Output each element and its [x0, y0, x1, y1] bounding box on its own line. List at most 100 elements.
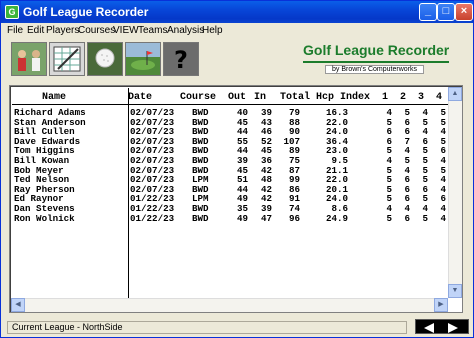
table-cell: 4 — [440, 155, 446, 166]
table-cell: 6 — [404, 126, 410, 138]
table-cell: 5 — [404, 107, 410, 118]
scorecard-button[interactable] — [49, 42, 85, 76]
scroll-left-icon[interactable]: ◀ — [11, 298, 25, 312]
table-cell: Richard Adams — [14, 107, 86, 118]
header-date: Date — [128, 92, 153, 103]
table-cell: Bill Kowan — [14, 155, 70, 166]
table-row[interactable]: Bill Kowan 02/07/23 BWD 39 36 75 9.5 4 5 5 4 — [12, 156, 448, 165]
table-cell: Ron Wolnick — [14, 212, 75, 224]
table-cell: 90 — [288, 126, 300, 138]
app-window: G Golf League Recorder _ □ × File Edit P… — [0, 0, 474, 338]
players-icon — [12, 43, 46, 75]
table-cell: 8.6 — [331, 203, 348, 214]
prev-arrow-icon[interactable] — [424, 323, 434, 333]
header-name: Name — [42, 92, 67, 103]
table-cell: 4 — [440, 212, 446, 224]
window-title: Golf League Recorder — [23, 5, 149, 19]
menu-bar: File Edit Players Courses VIEW Teams Ana… — [1, 23, 473, 39]
table-cell: 02/07/23 — [130, 155, 175, 166]
menu-file[interactable]: File — [7, 25, 23, 36]
table-cell: 01/22/23 — [130, 212, 175, 224]
golfball-icon — [88, 43, 122, 75]
table-cell: 48 — [260, 174, 272, 186]
course-icon — [126, 43, 160, 75]
table-cell: 79 — [288, 107, 300, 118]
table-cell: 16.3 — [325, 107, 348, 118]
table-row[interactable]: Ted Nelson 02/07/23 LPM 51 48 99 22.0 5 6 5 4 — [12, 175, 448, 184]
table-row[interactable]: Tom Higgins 02/07/23 BWD 44 45 89 23.0 5 4 5 6 — [12, 146, 448, 155]
table-cell: 5 — [404, 155, 410, 166]
table-cell: 74 — [288, 203, 300, 214]
scroll-right-icon[interactable]: ▶ — [434, 298, 448, 312]
scroll-down-icon[interactable]: ▼ — [448, 284, 462, 298]
grid-header: Name Date Course Out In Total Hcp Index 1 2 3 4 — [12, 92, 448, 104]
table-row[interactable]: Stan Anderson 02/07/23 BWD 45 43 88 22.0 5 6 5 5 — [12, 117, 448, 126]
table-cell: 39 — [260, 203, 272, 214]
navigation-arrows[interactable] — [415, 319, 469, 334]
app-icon: G — [5, 5, 19, 19]
menu-edit[interactable]: Edit — [27, 25, 44, 36]
table-cell: 35 — [236, 203, 248, 214]
table-row[interactable]: Bill Cullen 02/07/23 BWD 44 46 90 24.0 6 6 4 4 — [12, 127, 448, 136]
menu-players[interactable]: Players — [46, 25, 79, 36]
toolbar: ? Golf League Recorder by Brown's Comput… — [5, 39, 469, 83]
maximize-button[interactable]: □ — [437, 3, 455, 21]
table-cell: 4 — [422, 126, 428, 138]
header-hole-3: 3 — [418, 92, 425, 103]
horizontal-scrollbar[interactable]: ◀ ▶ — [11, 298, 448, 312]
table-cell: 4 — [422, 107, 428, 118]
course-button[interactable] — [125, 42, 161, 76]
header-in: In — [254, 92, 267, 103]
help-button[interactable]: ? — [163, 42, 199, 76]
header-hole-2: 2 — [400, 92, 407, 103]
table-cell: 4 — [404, 203, 410, 214]
next-arrow-icon[interactable] — [448, 323, 458, 333]
minimize-button[interactable]: _ — [419, 3, 437, 21]
app-logo: Golf League Recorder by Brown's Computer… — [295, 39, 459, 77]
grid-content: Name Date Course Out In Total Hcp Index 1 2 3 4 Ri… — [12, 88, 448, 298]
menu-courses[interactable]: Courses — [78, 25, 115, 36]
table-cell: 96 — [288, 212, 300, 224]
table-row[interactable]: Richard Adams 02/07/23 BWD 40 39 79 16.3 4 5 4 5 — [12, 108, 448, 117]
table-row[interactable]: Dave Edwards 02/07/23 BWD 55 52 107 36.4 6 7 6 5 — [12, 137, 448, 146]
table-row[interactable]: Ed Raynor 01/22/23 LPM 49 42 91 24.0 5 6 5 6 — [12, 194, 448, 203]
logo-divider — [303, 61, 449, 63]
table-cell: 02/07/23 — [130, 107, 175, 118]
menu-teams[interactable]: Teams — [138, 25, 167, 36]
close-button[interactable]: × — [455, 3, 473, 21]
header-underline — [12, 104, 448, 105]
table-cell: 5 — [440, 107, 446, 118]
table-cell: Bill Cullen — [14, 126, 75, 138]
table-cell: 01/22/23 — [130, 203, 175, 214]
table-row[interactable]: Ray Pherson 02/07/23 BWD 44 42 86 20.1 5 6 6 4 — [12, 185, 448, 194]
table-cell: BWD — [192, 203, 209, 214]
table-cell: 75 — [288, 155, 300, 166]
title-bar[interactable]: G Golf League Recorder _ □ × — [1, 1, 473, 23]
header-course: Course — [180, 92, 217, 103]
status-text: Current League - NorthSide — [7, 321, 407, 334]
vertical-scrollbar[interactable]: ▲ ▼ — [448, 87, 462, 298]
table-cell: 36 — [260, 155, 272, 166]
table-cell: 4 — [422, 203, 428, 214]
menu-help[interactable]: Help — [202, 25, 223, 36]
menu-analysis[interactable]: Analysis — [167, 25, 204, 36]
table-cell: 40 — [236, 107, 248, 118]
header-out: Out — [228, 92, 247, 103]
table-cell: LPM — [192, 174, 209, 186]
table-cell: 5 — [386, 212, 392, 224]
menu-view[interactable]: VIEW — [113, 25, 139, 36]
table-cell: BWD — [192, 212, 209, 224]
golfball-button[interactable] — [87, 42, 123, 76]
table-row[interactable]: Ron Wolnick 01/22/23 BWD 49 47 96 24.9 5 6 5 4 — [12, 212, 448, 224]
players-button[interactable] — [11, 42, 47, 76]
table-cell: 5 — [422, 155, 428, 166]
table-row[interactable]: Bob Meyer 02/07/23 BWD 45 42 87 21.1 5 4 5 5 — [12, 165, 448, 174]
table-cell: 39 — [236, 155, 248, 166]
table-cell: 24.0 — [325, 126, 348, 138]
table-row[interactable]: Dan Stevens 01/22/23 BWD 35 39 74 8.6 4 4 4 4 — [12, 204, 448, 213]
table-cell: BWD — [192, 155, 209, 166]
table-cell: 47 — [260, 212, 272, 224]
scroll-up-icon[interactable]: ▲ — [448, 87, 462, 101]
table-cell: 02/07/23 — [130, 126, 175, 138]
table-cell: Ted Nelson — [14, 174, 70, 186]
